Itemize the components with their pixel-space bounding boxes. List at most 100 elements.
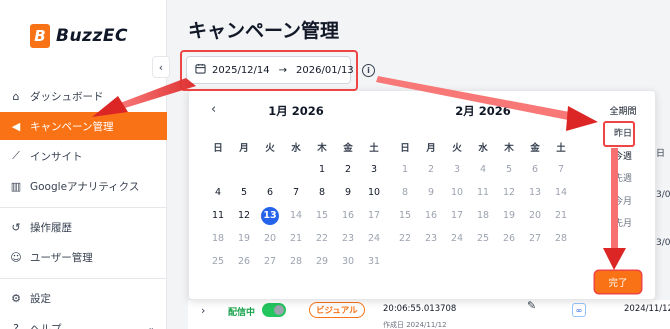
preset-list: 全期間 昨日 今週 先週 今月 先月 [597,99,649,234]
weekday-label: 火 [265,142,275,154]
day-cell[interactable]: 6 [257,181,283,204]
sidebar-item-label: キャンペーン管理 [30,120,114,133]
day-cell: 27 [263,256,277,267]
sidebar-item-label: インサイト [30,150,83,163]
day-cell: 27 [528,233,542,244]
day-cell: 31 [367,256,381,267]
preset-all-time[interactable]: 全期間 [597,99,649,122]
day-cell: 30 [341,256,355,267]
status-label: 配信中 [228,308,256,318]
day-cell[interactable]: 10 [361,181,387,204]
edit-icon[interactable]: ✎ [527,299,536,312]
expand-row-chevron-icon[interactable]: › [201,304,205,317]
weekday-label: 金 [343,142,353,154]
day-cell: 6 [531,164,539,175]
day-cell[interactable]: 8 [309,181,335,204]
users-icon: ☺ [10,250,22,264]
sidebar-item-campaigns[interactable]: ◀ キャンペーン管理 [0,112,167,140]
sidebar-item-help[interactable]: ? ヘルプ ⌄ [0,314,167,329]
clipped-cell: 3/0 [656,238,670,248]
month-title: 2月 2026 [455,104,511,118]
row-date: 2024/11/12 [624,304,670,314]
clipped-cell: 3/0 [656,190,670,200]
day-cell: 25 [476,233,490,244]
type-badge: ビジュアル [309,302,365,318]
megaphone-icon: ◀ [11,119,21,133]
sidebar-collapse-button[interactable]: ‹ [152,56,170,78]
weekday-label: 土 [556,142,566,154]
selected-day-cell[interactable]: 13 [257,204,283,227]
day-cell: 26 [237,256,251,267]
day-cell: 13 [528,187,542,198]
preset-last-month[interactable]: 先月 [597,212,649,235]
day-cell: 28 [554,233,568,244]
weekday-label: 火 [452,142,462,154]
status-toggle[interactable] [262,303,286,317]
day-cell: 7 [557,164,565,175]
bar-chart-icon: ▥ [10,179,22,193]
date-picker-popup: ‹ 1月 2026 日月火水木金土 1 2 3 4 5 6 7 8 9 10 11 12 13 14 15 16… [188,90,656,300]
day-cell: 21 [289,233,303,244]
day-cell: 17 [450,210,464,221]
brand-logo[interactable]: B BuzzEC [30,24,128,48]
sidebar-item-users[interactable]: ☺ ユーザー管理 [0,243,167,271]
calendar-grid: 日月火水木金土 1 2 3 4 5 6 7 8 9 10 11 12 13 14 15 16 17 18 19 20 21… [205,135,387,273]
preset-this-month[interactable]: 今月 [597,189,649,212]
weekday-label: 金 [530,142,540,154]
meta-platform-icon: ∞ [572,303,586,317]
day-cell: 9 [427,187,435,198]
day-cell[interactable]: 4 [205,181,231,204]
chevron-down-icon: ⌄ [147,323,155,329]
day-cell: 14 [554,187,568,198]
sidebar-item-google-analytics[interactable]: ▥ Googleアナリティクス [0,172,167,200]
empty-day-cell [283,158,309,181]
day-cell[interactable]: 11 [205,204,231,227]
day-cell: 12 [502,187,516,198]
empty-day-cell [205,158,231,181]
sidebar-item-label: Googleアナリティクス [30,180,140,193]
gear-icon: ⚙ [11,291,21,305]
day-cell: 29 [315,256,329,267]
day-cell: 4 [479,164,487,175]
day-cell: 23 [424,233,438,244]
preset-this-week[interactable]: 今週 [597,144,649,167]
day-cell: 20 [528,210,542,221]
day-cell[interactable]: 5 [231,181,257,204]
preset-highlight [603,121,635,147]
day-cell: 17 [367,210,381,221]
done-button[interactable]: 完了 [595,271,641,293]
day-cell: 16 [424,210,438,221]
day-cell: 19 [502,210,516,221]
sidebar-item-dashboard[interactable]: ⌂ ダッシュボード [0,82,167,110]
sidebar-item-history[interactable]: ↺ 操作履歴 [0,213,167,241]
sidebar-item-insights[interactable]: ⟋ インサイト [0,142,167,170]
day-cell: 1 [401,164,409,175]
day-cell[interactable]: 2 [335,158,361,181]
day-cell[interactable]: 3 [361,158,387,181]
day-cell: 24 [367,233,381,244]
row-time: 20:06:55.013708 [383,304,457,314]
empty-day-cell [257,158,283,181]
day-cell: 22 [315,233,329,244]
clipped-column-header: 日 [656,149,666,159]
info-icon[interactable]: i [362,64,375,77]
day-cell: 24 [450,233,464,244]
day-cell[interactable]: 9 [335,181,361,204]
empty-day-cell [231,158,257,181]
sidebar-item-label: ヘルプ [30,322,62,329]
day-cell: 18 [211,233,225,244]
day-cell[interactable]: 12 [231,204,257,227]
day-cell[interactable]: 7 [283,181,309,204]
day-cell: 10 [450,187,464,198]
weekday-label: 月 [426,142,436,154]
day-cell: 16 [341,210,355,221]
day-cell[interactable]: 1 [309,158,335,181]
weekday-label: 水 [291,142,301,154]
sidebar-divider [0,278,167,279]
day-cell: 5 [505,164,513,175]
day-cell: 3 [453,164,461,175]
preset-last-week[interactable]: 先週 [597,167,649,190]
sidebar-item-label: ユーザー管理 [30,251,93,264]
sidebar-item-settings[interactable]: ⚙ 設定 [0,284,167,312]
weekday-label: 水 [478,142,488,154]
